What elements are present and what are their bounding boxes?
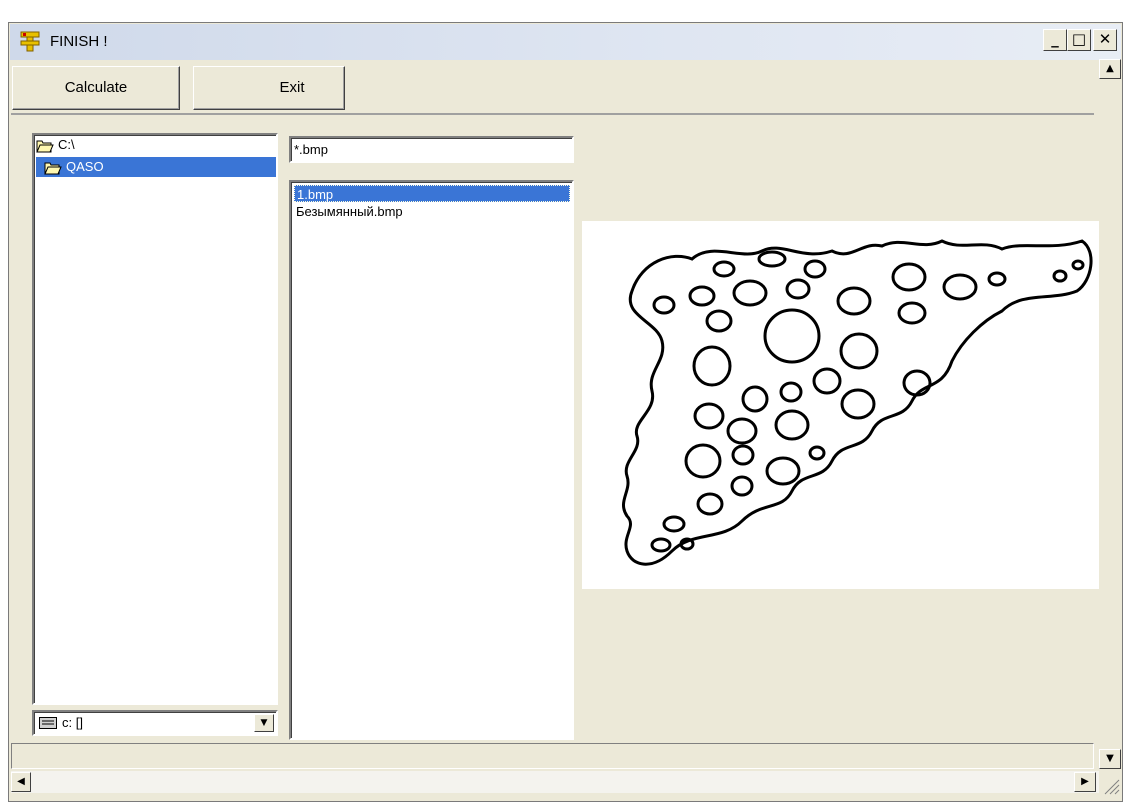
status-bar	[11, 743, 1094, 769]
tree-item-label: QASO	[66, 159, 104, 174]
tree-item-label: C:\	[58, 137, 75, 152]
scroll-up-icon[interactable]: ▲	[1099, 59, 1121, 79]
vertical-scrollbar[interactable]: ▲ ▼	[1099, 59, 1121, 800]
tree-item-root[interactable]: C:\	[36, 135, 272, 155]
tree-item-qaso[interactable]: QASO	[36, 157, 276, 177]
drive-select[interactable]: c: [] ▼	[32, 710, 278, 736]
exit-button[interactable]: Exit	[193, 66, 345, 110]
main-window: FINISH ! _ □ ✕ Calculate Exit C:\ QASO c…	[8, 22, 1123, 802]
scroll-right-icon[interactable]: ▶	[1074, 772, 1096, 792]
calculate-button[interactable]: Calculate	[12, 66, 180, 110]
resize-grip-icon[interactable]	[1102, 777, 1120, 795]
window-title: FINISH !	[50, 33, 108, 50]
file-list[interactable]: 1.bmp Безымянный.bmp	[289, 180, 574, 740]
list-item[interactable]: 1.bmp	[294, 185, 570, 202]
app-icon	[20, 31, 40, 52]
folder-open-icon	[44, 162, 62, 175]
filter-value: *.bmp	[294, 142, 328, 157]
scroll-down-icon[interactable]: ▼	[1099, 749, 1121, 769]
maximize-button[interactable]: □	[1067, 29, 1091, 51]
close-button[interactable]: ✕	[1093, 29, 1117, 51]
preview-image	[621, 239, 1093, 566]
title-bar[interactable]: FINISH ! _ □ ✕	[10, 24, 1121, 60]
folder-open-icon	[36, 140, 54, 153]
minimize-button[interactable]: _	[1043, 29, 1067, 51]
dropdown-arrow-icon[interactable]: ▼	[254, 714, 274, 732]
toolbar: Calculate Exit	[11, 63, 1094, 115]
drive-icon	[39, 717, 57, 729]
image-preview	[582, 221, 1099, 589]
directory-tree[interactable]: C:\ QASO	[32, 133, 278, 705]
list-item[interactable]: Безымянный.bmp	[294, 203, 572, 220]
drive-label: c: []	[62, 715, 83, 730]
scroll-left-icon[interactable]: ◀	[11, 772, 31, 792]
filter-input[interactable]: *.bmp	[289, 136, 574, 163]
horizontal-scrollbar[interactable]: ◀ ▶	[11, 771, 1099, 793]
